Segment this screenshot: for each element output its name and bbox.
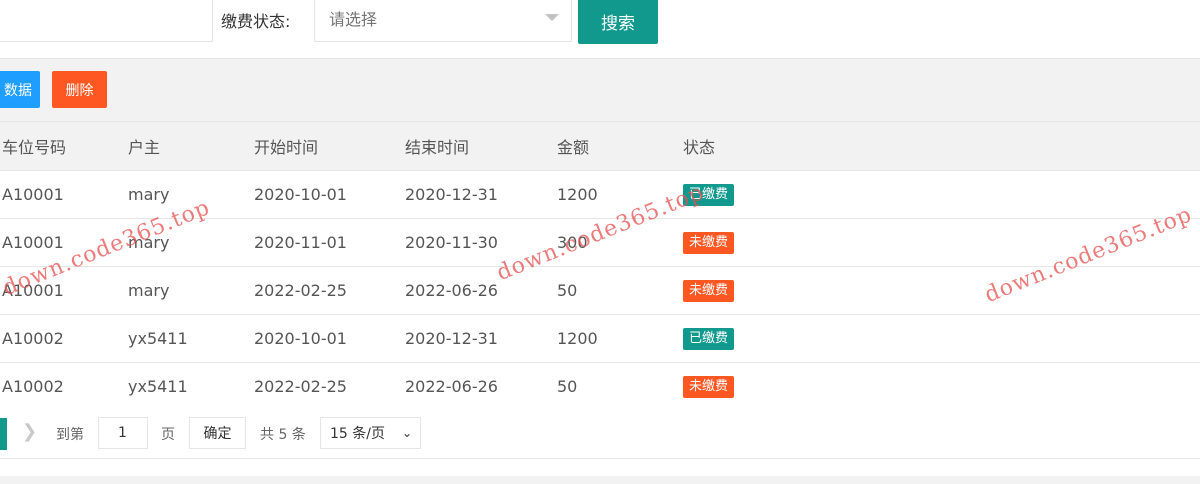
- total-count: 共 5 条: [260, 427, 306, 443]
- fee-status-placeholder: 请选择: [329, 10, 378, 29]
- cell-owner: mary: [128, 281, 170, 300]
- data-button[interactable]: 数据: [0, 71, 40, 108]
- table-row[interactable]: A10001 mary 2020-10-01 2020-12-31 1200 已…: [0, 171, 1200, 219]
- search-button[interactable]: 搜索: [578, 0, 658, 44]
- fee-status-label: 缴费状态:: [221, 12, 291, 31]
- cell-owner: yx5411: [128, 329, 188, 348]
- header-end[interactable]: 结束时间: [405, 122, 469, 170]
- cell-amount: 300: [557, 233, 588, 252]
- cell-space: A10001: [2, 281, 64, 300]
- cell-end: 2022-06-26: [405, 377, 498, 396]
- status-badge: 已缴费: [683, 327, 735, 350]
- header-space[interactable]: 车位号码: [2, 122, 66, 170]
- header-amount[interactable]: 金额: [557, 122, 589, 170]
- cell-owner: mary: [128, 185, 170, 204]
- table-row[interactable]: A10002 yx5411 2022-02-25 2022-06-26 50 未…: [0, 363, 1200, 411]
- search-bar: 缴费状态: 请选择 搜索: [0, 0, 1200, 58]
- page-label: 页: [161, 427, 175, 443]
- status-badge: 未缴费: [683, 375, 735, 398]
- chevron-down-icon: ⌄: [401, 426, 412, 440]
- cell-amount: 1200: [557, 185, 598, 204]
- table-row[interactable]: A10001 mary 2020-11-01 2020-11-30 300 未缴…: [0, 219, 1200, 267]
- status-badge: 未缴费: [683, 279, 735, 302]
- cell-status: 未缴费: [683, 219, 735, 266]
- page-size-value: 15 条/页: [330, 426, 385, 442]
- cell-amount: 1200: [557, 329, 598, 348]
- pagination: ❯ 到第 1 页 确定 共 5 条 15 条/页 ⌄: [0, 408, 1200, 459]
- cell-owner: mary: [128, 233, 170, 252]
- goto-label: 到第: [56, 427, 84, 443]
- table-row[interactable]: A10002 yx5411 2020-10-01 2020-12-31 1200…: [0, 315, 1200, 363]
- cell-owner: yx5411: [128, 377, 188, 396]
- page-number-input[interactable]: 1: [98, 417, 148, 449]
- cell-start: 2022-02-25: [254, 377, 347, 396]
- header-status[interactable]: 状态: [683, 122, 715, 170]
- cell-start: 2020-10-01: [254, 329, 347, 348]
- cell-space: A10002: [2, 377, 64, 396]
- bottom-strip: [0, 476, 1200, 484]
- header-owner[interactable]: 户主: [128, 122, 160, 170]
- cell-end: 2022-06-26: [405, 281, 498, 300]
- cell-space: A10001: [2, 185, 64, 204]
- cell-end: 2020-12-31: [405, 329, 498, 348]
- cell-end: 2020-11-30: [405, 233, 498, 252]
- cell-space: A10001: [2, 233, 64, 252]
- caret-down-icon: [545, 14, 559, 21]
- cell-start: 2020-10-01: [254, 185, 347, 204]
- cell-status: 未缴费: [683, 267, 735, 314]
- status-badge: 未缴费: [683, 231, 735, 254]
- cell-start: 2020-11-01: [254, 233, 347, 252]
- chevron-right-icon[interactable]: ❯: [22, 421, 37, 442]
- cell-start: 2022-02-25: [254, 281, 347, 300]
- cell-amount: 50: [557, 281, 578, 300]
- status-badge: 已缴费: [683, 183, 735, 206]
- cell-status: 已缴费: [683, 315, 735, 362]
- table-header: 车位号码 户主 开始时间 结束时间 金额 状态: [0, 122, 1200, 171]
- confirm-button[interactable]: 确定: [189, 417, 246, 449]
- fee-status-select[interactable]: 请选择: [314, 0, 572, 42]
- table-row[interactable]: A10001 mary 2022-02-25 2022-06-26 50 未缴费: [0, 267, 1200, 315]
- cell-status: 已缴费: [683, 171, 735, 218]
- page-size-select[interactable]: 15 条/页 ⌄: [320, 417, 421, 449]
- cell-status: 未缴费: [683, 363, 735, 410]
- toolbar: 数据 删除: [0, 58, 1200, 122]
- cell-space: A10002: [2, 329, 64, 348]
- keyword-input[interactable]: [0, 0, 213, 42]
- cell-amount: 50: [557, 377, 578, 396]
- cell-end: 2020-12-31: [405, 185, 498, 204]
- fee-table: 车位号码 户主 开始时间 结束时间 金额 状态 A10001 mary 2020…: [0, 122, 1200, 411]
- header-start[interactable]: 开始时间: [254, 122, 318, 170]
- delete-button[interactable]: 删除: [52, 71, 107, 108]
- current-page-button[interactable]: [0, 418, 7, 450]
